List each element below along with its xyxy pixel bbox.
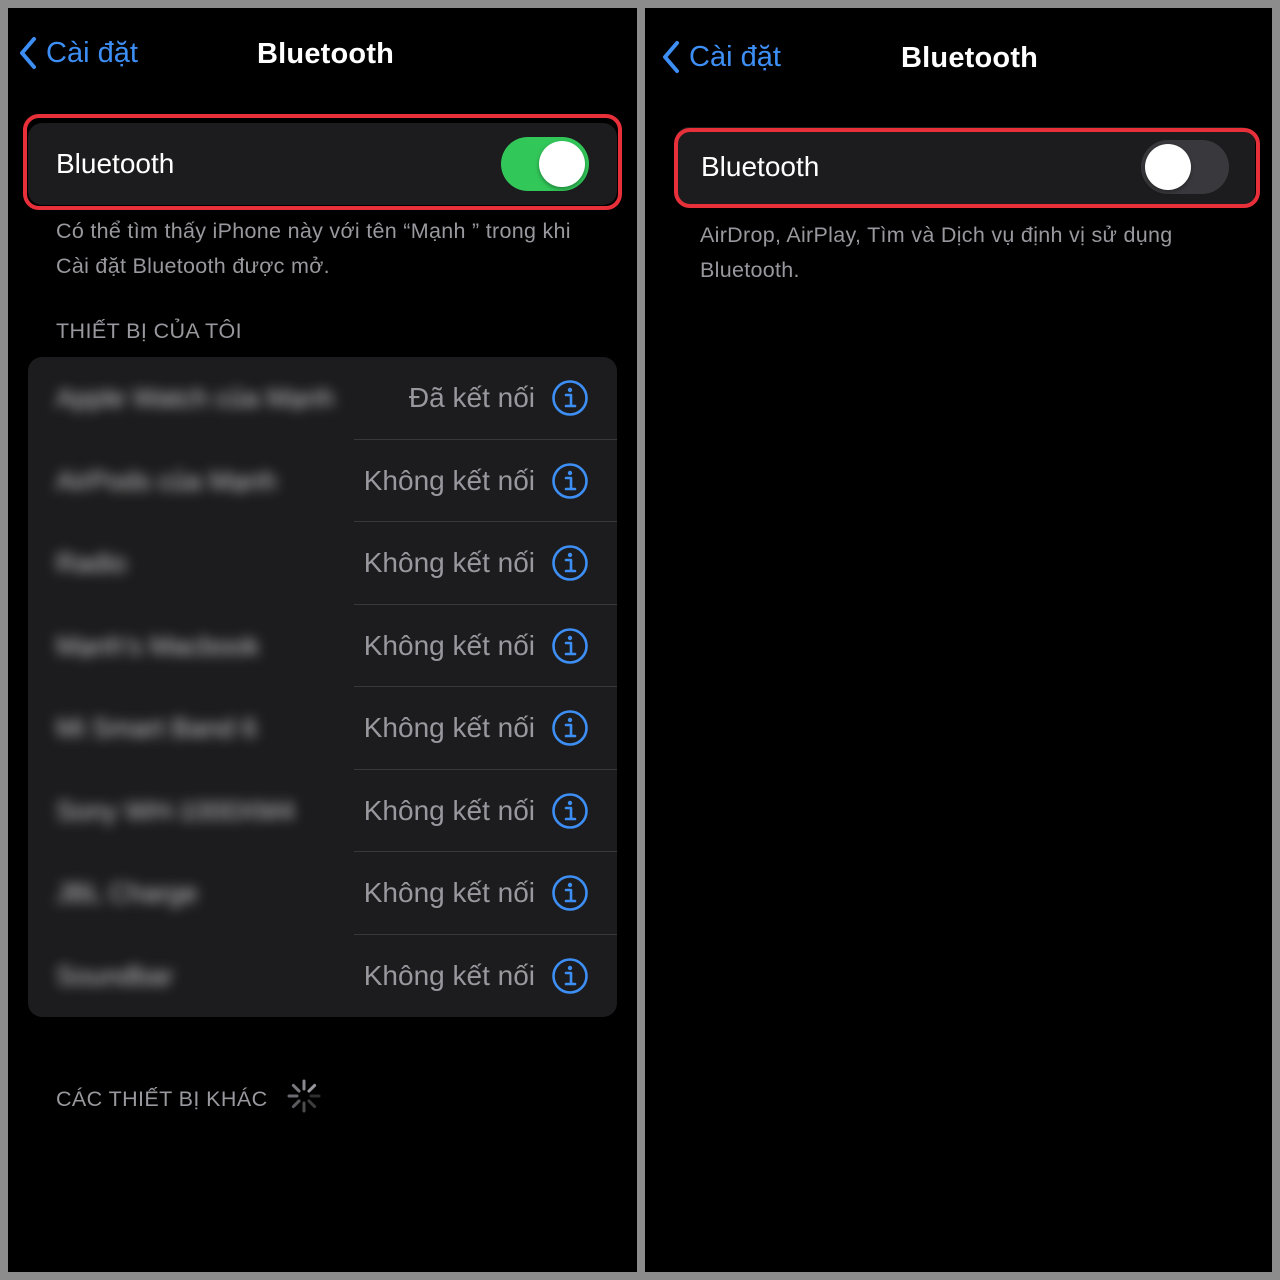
back-label: Cài đặt (46, 36, 138, 69)
device-name: Soundbar (56, 960, 174, 991)
my-devices-header: THIẾT BỊ CỦA TÔI (56, 319, 242, 344)
discoverable-footnote: Có thể tìm thấy iPhone này với tên “Mạnh… (56, 219, 571, 278)
other-devices-header: CÁC THIẾT BỊ KHÁC (56, 1078, 322, 1120)
device-row[interactable]: Mạnh's Macbook Không kết nối (28, 605, 617, 687)
device-name: AirPods của Mạnh (56, 465, 277, 496)
device-row[interactable]: Sony WH-1000XM4 Không kết nối (28, 770, 617, 852)
info-icon[interactable] (551, 627, 589, 665)
back-button[interactable]: Cài đặt (18, 36, 138, 70)
device-row[interactable]: Soundbar Không kết nối (28, 935, 617, 1018)
my-devices-list: Apple Watch của Mạnh Đã kết nối AirPods củ… (28, 357, 617, 1017)
info-icon[interactable] (551, 544, 589, 582)
back-button[interactable]: Cài đặt (661, 40, 781, 74)
device-status: Không kết nối (363, 959, 535, 991)
chevron-left-icon (18, 36, 38, 70)
info-icon[interactable] (551, 462, 589, 500)
page-title: Bluetooth (257, 38, 395, 70)
info-icon[interactable] (551, 957, 589, 995)
my-devices-header-label: THIẾT BỊ CỦA TÔI (56, 319, 243, 343)
device-status: Không kết nối (363, 712, 535, 743)
device-status: Đã kết nối (408, 382, 535, 413)
device-name: Mi Smart Band 6 (56, 713, 258, 743)
device-row[interactable]: Radio Không kết nối (28, 522, 617, 605)
info-icon[interactable] (551, 792, 589, 830)
device-name: Mạnh's Macbook (56, 630, 260, 661)
chevron-left-icon (661, 40, 681, 74)
device-name: JBL Charge (56, 878, 198, 908)
other-devices-header-label: CÁC THIẾT BỊ KHÁC (56, 1086, 268, 1111)
highlight-box (674, 128, 1260, 208)
device-row[interactable]: JBL Charge Không kết nối (28, 852, 617, 935)
device-status: Không kết nối (363, 877, 535, 908)
bluetooth-on-screen: Cài đặt Bluetooth Bluetooth Có thể tìm t… (8, 8, 637, 1272)
device-row[interactable]: Apple Watch của Mạnh Đã kết nối (28, 357, 617, 440)
page-title: Bluetooth (901, 42, 1039, 74)
device-status: Không kết nối (363, 464, 535, 496)
device-name: Apple Watch của Mạnh (56, 383, 335, 413)
loading-spinner-icon (286, 1078, 322, 1120)
device-status: Không kết nối (363, 629, 535, 661)
back-label: Cài đặt (689, 40, 781, 73)
device-name: Radio (56, 548, 127, 578)
device-status: Không kết nối (363, 794, 535, 826)
bluetooth-off-screen: Cài đặt Bluetooth Bluetooth AirDrop, Air… (645, 8, 1272, 1272)
info-icon[interactable] (551, 379, 589, 417)
device-row[interactable]: Mi Smart Band 6 Không kết nối (28, 687, 617, 770)
info-icon[interactable] (551, 874, 589, 912)
device-status: Không kết nối (363, 547, 535, 578)
highlight-box (23, 114, 622, 210)
device-row[interactable]: AirPods của Mạnh Không kết nối (28, 440, 617, 522)
bluetooth-usage-footnote: AirDrop, AirPlay, Tìm và Dịch vụ định vị… (700, 223, 1173, 282)
info-icon[interactable] (551, 709, 589, 747)
device-name: Sony WH-1000XM4 (56, 795, 295, 826)
